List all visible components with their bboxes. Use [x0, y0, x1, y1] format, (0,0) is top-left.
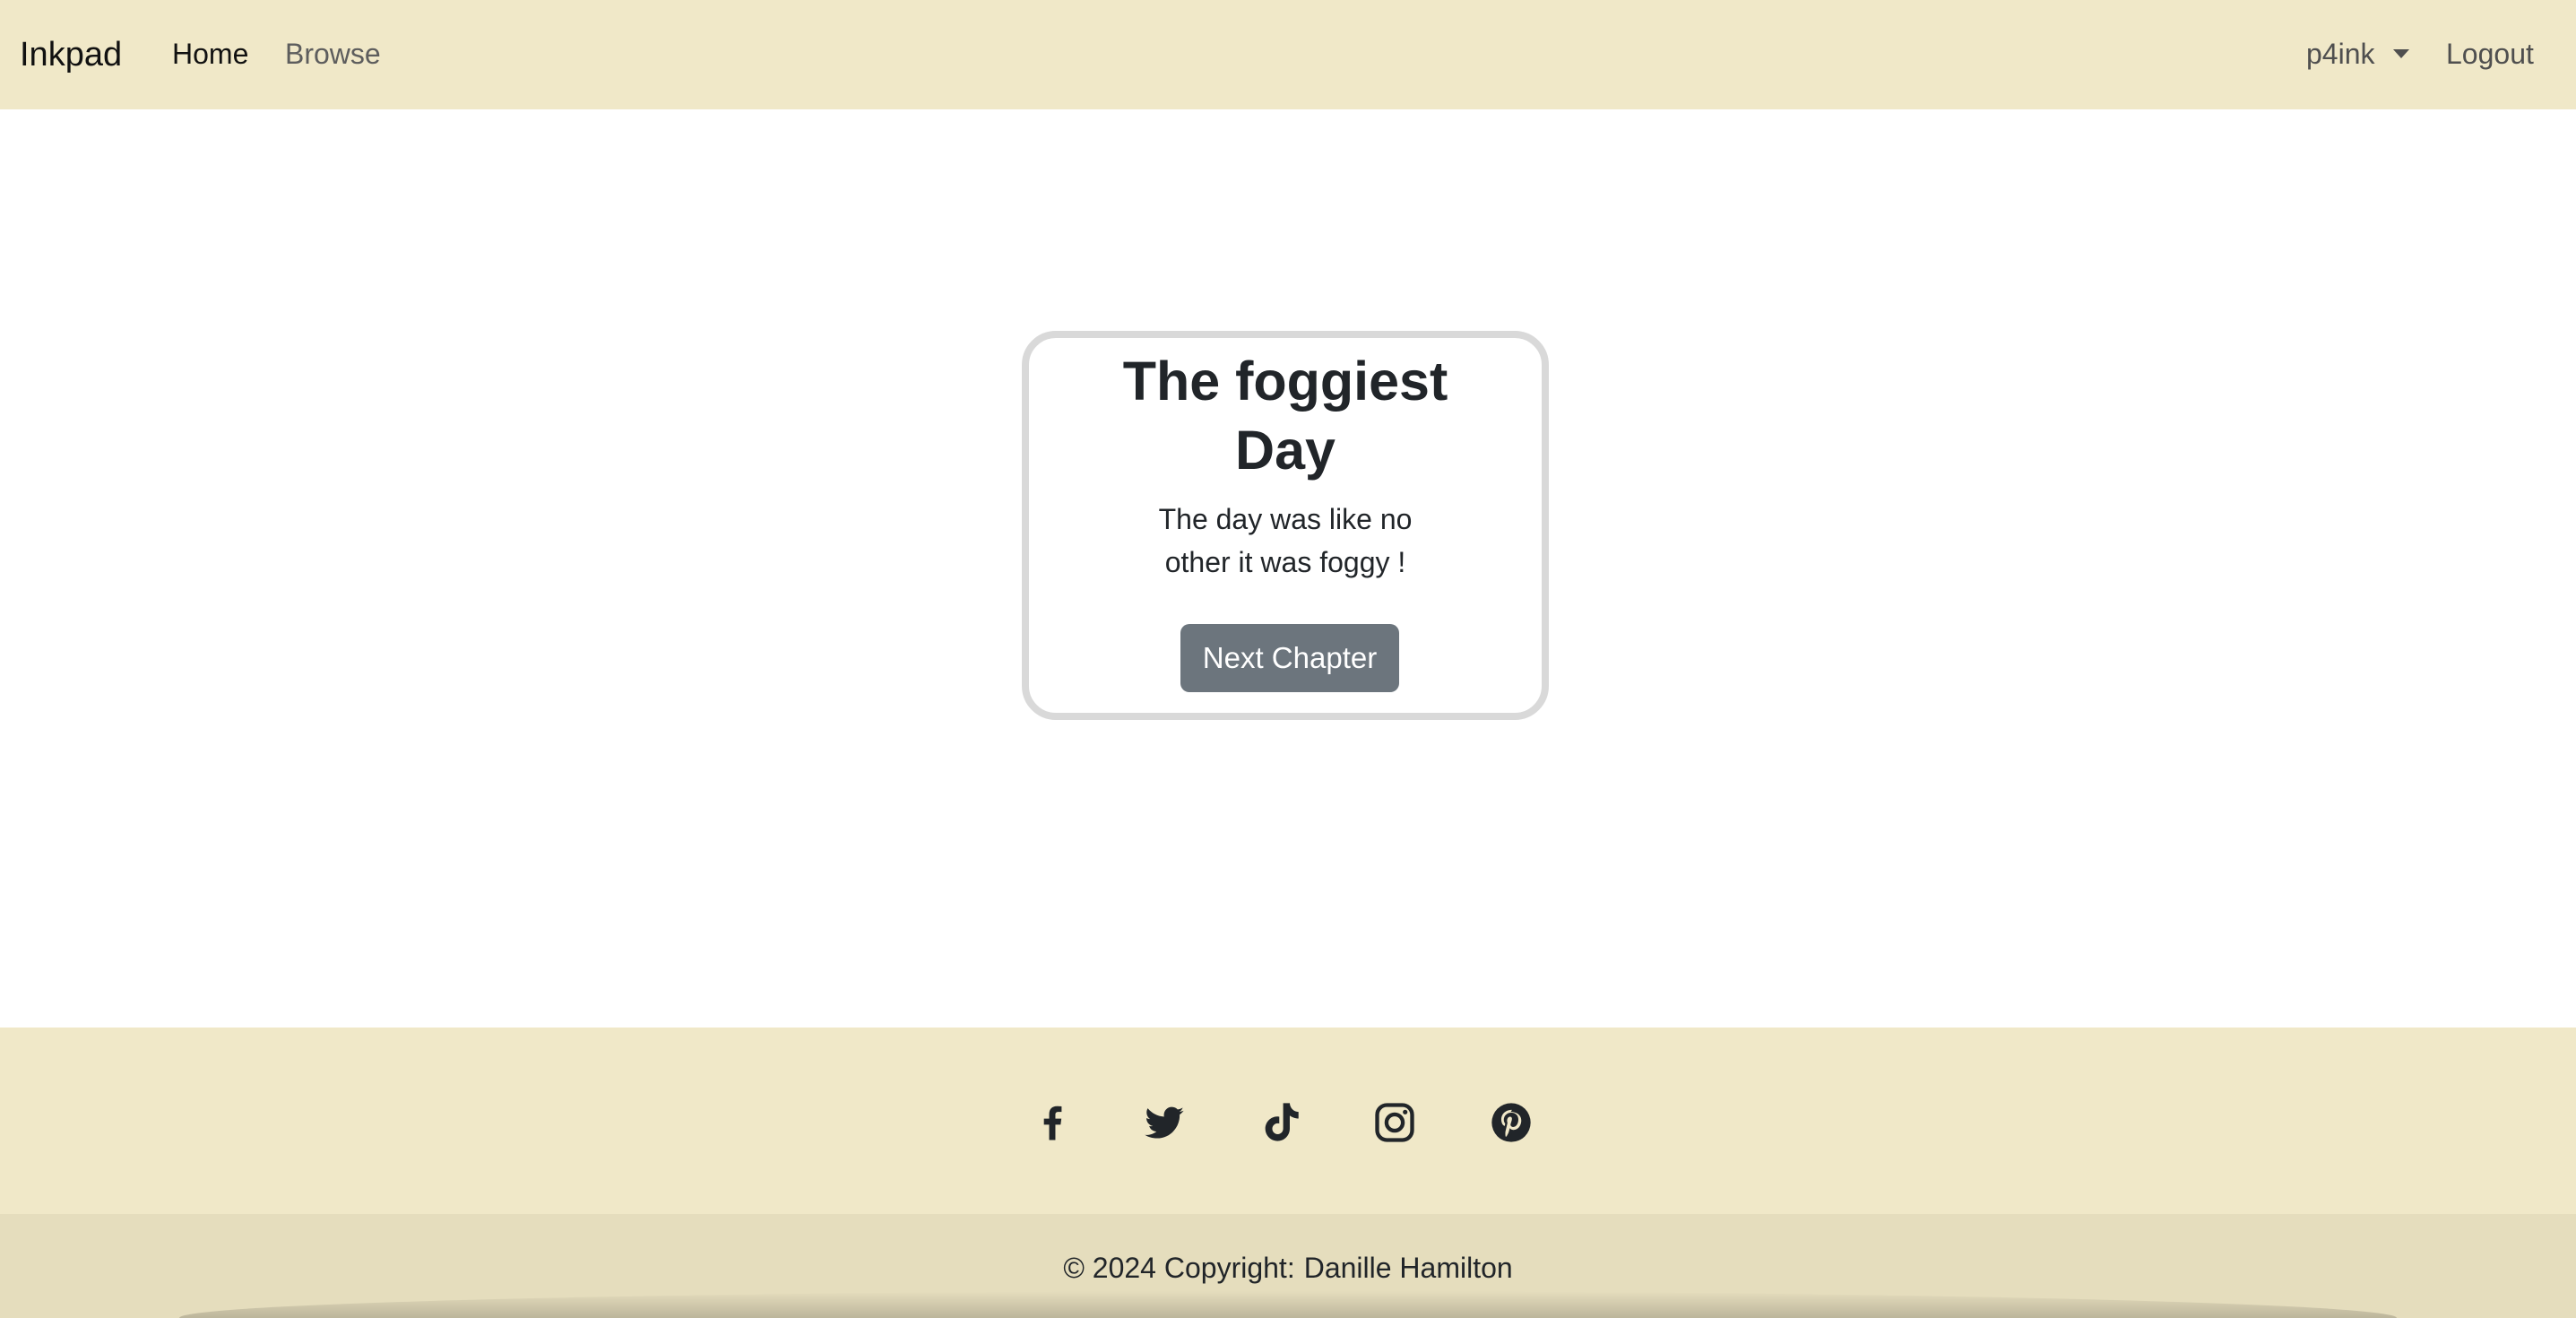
story-title-line: The foggiest [1122, 351, 1448, 412]
copyright-bar: © 2024 Copyright: Danille Hamilton [0, 1214, 2576, 1318]
next-chapter-button[interactable]: Next Chapter [1180, 624, 1399, 692]
story-excerpt: The day was like no other it was foggy ! [1029, 498, 1542, 584]
story-excerpt-line: other it was foggy ! [1164, 546, 1406, 578]
story-excerpt-line: The day was like no [1158, 503, 1413, 535]
chevron-down-icon[interactable] [2393, 49, 2409, 58]
logout-link[interactable]: Logout [2446, 34, 2534, 74]
top-navbar: Inkpad Home Browse p4ink Logout [0, 0, 2576, 109]
nav-link-home[interactable]: Home [172, 34, 248, 74]
copyright-author: Danille Hamilton [1303, 1252, 1513, 1284]
story-title-line: Day [1235, 420, 1336, 481]
story-title: The foggiest Day [1029, 347, 1542, 485]
copyright-text: © 2024 Copyright: Danille Hamilton [0, 1248, 2576, 1288]
instagram-icon[interactable] [1371, 1099, 1418, 1146]
copyright-label: © 2024 Copyright: [1063, 1252, 1295, 1284]
twitter-icon[interactable] [1141, 1099, 1188, 1146]
page-footer: © 2024 Copyright: Danille Hamilton [0, 1028, 2576, 1318]
social-links [0, 1028, 2576, 1214]
story-card: The foggiest Day The day was like no oth… [1022, 331, 1549, 720]
nav-link-browse[interactable]: Browse [285, 34, 381, 74]
pinterest-icon[interactable] [1488, 1099, 1534, 1146]
facebook-icon[interactable] [1029, 1099, 1076, 1146]
brand-logo[interactable]: Inkpad [20, 32, 122, 77]
tiktok-icon[interactable] [1258, 1099, 1304, 1146]
user-menu-dropdown[interactable]: p4ink [2306, 34, 2375, 74]
